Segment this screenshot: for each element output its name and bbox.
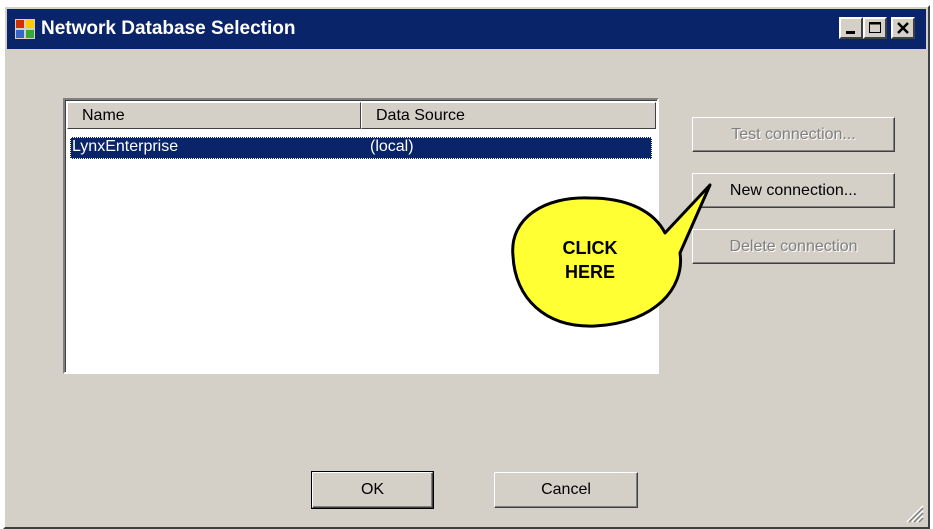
ok-button[interactable]: OK [311,471,434,509]
maximize-icon [869,22,881,33]
test-connection-button[interactable]: Test connection... [692,117,895,152]
minimize-icon [846,31,855,34]
delete-connection-button[interactable]: Delete connection [692,229,895,264]
column-header-name[interactable]: Name [67,102,361,129]
window-title: Network Database Selection [41,18,296,39]
row-name: LynxEnterprise [72,138,179,155]
new-connection-button[interactable]: New connection... [692,173,895,208]
column-header-data-source[interactable]: Data Source [361,102,656,129]
callout-line-2: HERE [564,262,615,282]
close-button[interactable] [891,17,915,39]
list-item[interactable]: LynxEnterprise (local) [70,137,652,159]
minimize-button[interactable] [839,17,863,39]
resize-grip-icon[interactable] [902,501,924,523]
row-data-source: (local) [370,138,414,155]
callout-text: CLICK HERE [540,236,640,284]
cancel-button[interactable]: Cancel [494,472,638,508]
close-icon [897,22,909,34]
dialog-window: Network Database Selection Name Data Sou… [3,5,930,529]
database-app-icon [15,19,35,39]
title-bar[interactable]: Network Database Selection [7,9,926,49]
maximize-button[interactable] [863,17,887,39]
callout-line-1: CLICK [562,238,618,258]
